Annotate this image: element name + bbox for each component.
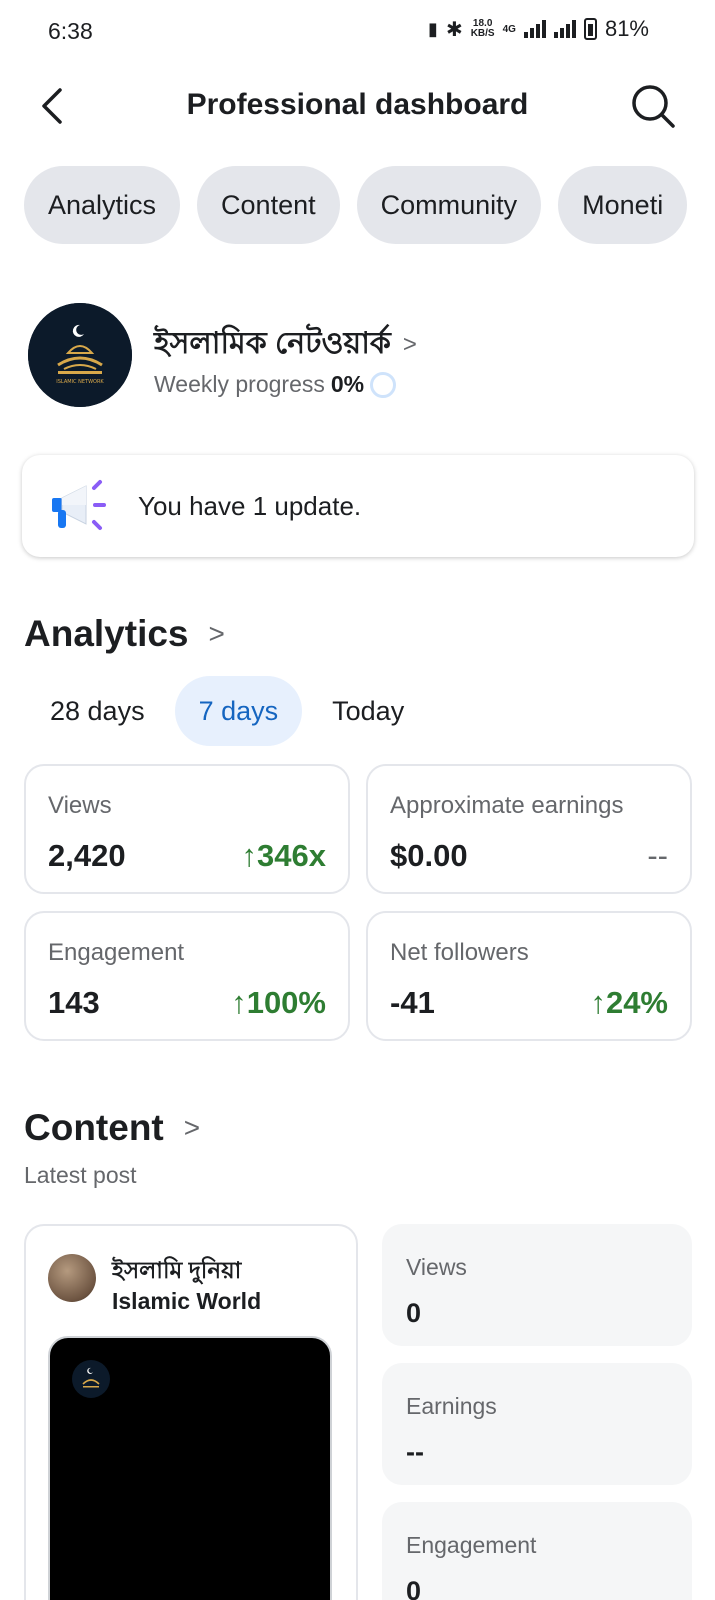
update-card[interactable]: You have 1 update. [22, 455, 694, 557]
app-header: Professional dashboard [0, 70, 715, 142]
mosque-logo-icon [72, 1360, 110, 1398]
stat-value: 0 [406, 1298, 422, 1328]
range-today[interactable]: Today [308, 676, 428, 746]
metric-label: Views [48, 792, 112, 819]
analytics-section-link[interactable]: Analytics > [24, 613, 225, 655]
content-section-link[interactable]: Content > [24, 1107, 200, 1149]
chevron-right-icon: > [208, 618, 225, 649]
vibrate-icon: ▮ [428, 18, 438, 39]
tab-community[interactable]: Community [356, 166, 542, 244]
metric-delta: ↑100% [231, 985, 326, 1020]
stat-card-engagement: Engagement 0 [382, 1502, 692, 1600]
progress-label: Weekly progress [154, 371, 325, 397]
update-text: You have 1 update. [138, 490, 362, 521]
metric-value: -41 [390, 985, 435, 1020]
metric-value: 2,420 [48, 838, 126, 873]
profile-name-link[interactable]: ইসলামিক নেটওয়ার্ক > [154, 319, 417, 370]
signal-icon-2 [553, 20, 576, 38]
metric-card-net-followers[interactable]: Net followers -41 ↑24% [366, 911, 692, 1041]
metric-value: 143 [48, 985, 100, 1020]
tab-analytics[interactable]: Analytics [24, 166, 181, 244]
bluetooth-icon: ✱ [445, 18, 463, 41]
post-thumbnail[interactable] [48, 1336, 332, 1600]
stat-value: -- [406, 1437, 424, 1467]
status-time: 6:38 [48, 18, 93, 44]
profile-name: ইসলামিক নেটওয়ার্ক [154, 327, 391, 360]
weekly-progress: Weekly progress 0% [154, 371, 397, 398]
stat-label: Engagement [406, 1532, 537, 1558]
metric-label: Approximate earnings [390, 792, 624, 819]
latest-post-card[interactable]: ইসলামি দুনিয়া Islamic World [24, 1224, 358, 1600]
megaphone-icon [52, 480, 106, 530]
profile-header: ISLAMIC NETWORK ইসলামিক নেটওয়ার্ক > Wee… [28, 303, 688, 407]
metric-delta: ↑24% [590, 985, 668, 1020]
metric-label: Net followers [390, 939, 529, 966]
range-7-days[interactable]: 7 days [174, 676, 303, 746]
stat-card-earnings: Earnings -- [382, 1363, 692, 1485]
avatar-logo-text: ISLAMIC NETWORK [56, 379, 104, 385]
post-page-name-en: Islamic World [112, 1288, 262, 1314]
range-28-days[interactable]: 28 days [26, 676, 169, 746]
post-page-name-bn: ইসলামি দুনিয়া [112, 1257, 242, 1283]
chevron-right-icon: > [183, 1112, 201, 1143]
tab-content[interactable]: Content [197, 166, 340, 244]
status-bar: 6:38 ▮ ✱ 18.0 KB/S 4G 81% [0, 0, 715, 64]
battery-percent: 81% [604, 16, 649, 41]
progress-ring-icon [370, 371, 397, 398]
stat-label: Views [406, 1254, 467, 1280]
network-speed: 18.0 KB/S [471, 19, 495, 39]
status-icons: ▮ ✱ 18.0 KB/S 4G 81% [428, 16, 649, 42]
page-title: Professional dashboard [186, 88, 529, 121]
post-page-avatar [48, 1254, 96, 1302]
metric-delta: -- [647, 838, 668, 873]
network-speed-unit: KB/S [470, 28, 495, 39]
search-icon [632, 85, 675, 128]
dashboard-tabs: Analytics Content Community Moneti [24, 166, 715, 244]
progress-value: 0% [330, 371, 365, 397]
search-button[interactable] [629, 82, 677, 130]
stat-value: 0 [406, 1576, 422, 1600]
battery-icon [583, 18, 597, 40]
metric-card-earnings[interactable]: Approximate earnings $0.00 -- [366, 764, 692, 894]
metric-label: Engagement [48, 939, 185, 966]
range-selector: 28 days 7 days Today [26, 676, 428, 746]
stat-label: Earnings [406, 1393, 497, 1419]
metric-card-views[interactable]: Views 2,420 ↑346x [24, 764, 350, 894]
network-type: 4G [502, 23, 516, 35]
metric-value: $0.00 [390, 838, 468, 873]
latest-post-label: Latest post [24, 1162, 137, 1188]
signal-icon [523, 20, 546, 38]
content-title: Content [24, 1107, 164, 1148]
stat-card-views: Views 0 [382, 1224, 692, 1346]
analytics-title: Analytics [24, 613, 189, 654]
avatar[interactable]: ISLAMIC NETWORK [28, 303, 132, 407]
tab-monetization[interactable]: Moneti [558, 166, 688, 244]
chevron-right-icon: > [402, 330, 417, 358]
mosque-logo-icon: ISLAMIC NETWORK [28, 303, 132, 407]
metric-delta: ↑346x [241, 838, 326, 873]
metric-card-engagement[interactable]: Engagement 143 ↑100% [24, 911, 350, 1041]
